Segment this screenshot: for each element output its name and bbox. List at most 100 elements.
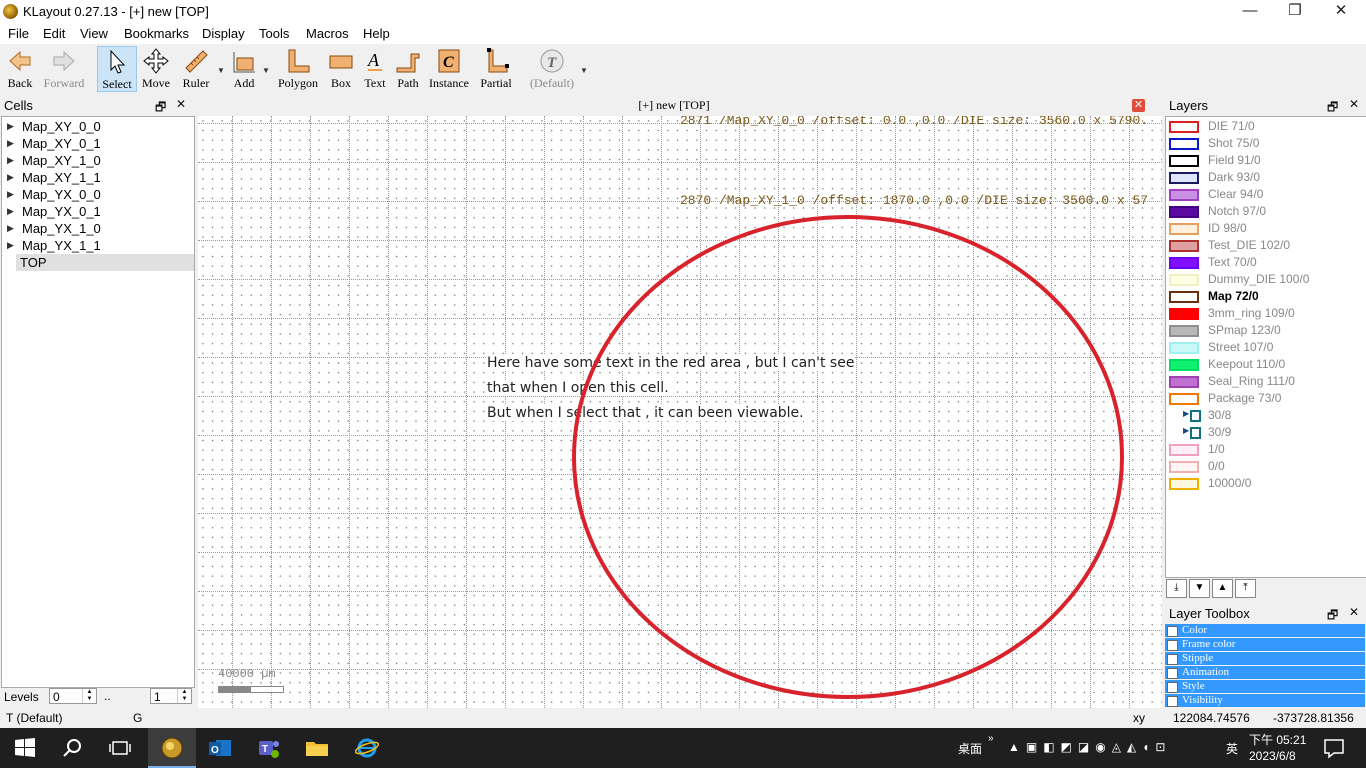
toolbox-checkbox[interactable] (1167, 682, 1178, 693)
layer-row[interactable]: 3mm_ring 109/0 (1166, 305, 1366, 322)
polygon-button[interactable]: Polygon (277, 46, 319, 92)
notification-icon[interactable] (1322, 737, 1346, 759)
layer-row[interactable]: 0/0 (1166, 458, 1366, 475)
select-button[interactable]: Select (97, 46, 137, 92)
file-explorer-icon[interactable] (305, 737, 329, 759)
instance-button[interactable]: C Instance (428, 46, 470, 92)
toolbox-checkbox[interactable] (1167, 626, 1178, 637)
layer-row[interactable]: Test_DIE 102/0 (1166, 237, 1366, 254)
layer-row[interactable]: 10000/0 (1166, 475, 1366, 492)
toolbox-close-icon[interactable]: ✕ (1349, 605, 1359, 619)
menu-macros[interactable]: Macros (306, 26, 349, 41)
ruler-dropdown-icon[interactable]: ▼ (217, 66, 225, 75)
layer-row[interactable]: ▶ 30/9 (1166, 424, 1366, 441)
levels-from-spinbox[interactable]: 0 ▲ ▼ (49, 688, 97, 704)
internet-explorer-icon[interactable] (355, 737, 379, 759)
layer-row[interactable]: Notch 97/0 (1166, 203, 1366, 220)
outlook-icon[interactable]: O (208, 737, 232, 759)
layout-tab-title[interactable]: [+] new [TOP] (198, 96, 1150, 115)
menu-view[interactable]: View (80, 26, 108, 41)
layer-row[interactable]: Seal_Ring 111/0 (1166, 373, 1366, 390)
windows-start-icon[interactable] (13, 737, 37, 759)
expand-arrow-icon[interactable]: ▶ (7, 186, 14, 203)
forward-button[interactable]: Forward (43, 46, 85, 92)
layer-row[interactable]: Street 107/0 (1166, 339, 1366, 356)
style-dropdown-icon[interactable]: ▼ (580, 66, 588, 75)
cell-item-map-yx-1-0[interactable]: ▶ Map_YX_1_0 (2, 220, 194, 237)
layer-row[interactable]: Shot 75/0 (1166, 135, 1366, 152)
partial-button[interactable]: Partial (478, 46, 514, 92)
layer-row[interactable]: Clear 94/0 (1166, 186, 1366, 203)
desktop-toolbar-label[interactable]: 桌面 (958, 740, 982, 757)
expand-arrow-icon[interactable]: ▶ (7, 118, 14, 135)
cell-item-map-yx-0-0[interactable]: ▶ Map_YX_0_0 (2, 186, 194, 203)
ruler-button[interactable]: Ruler (178, 46, 214, 92)
toolbox-row-frame-color[interactable]: Frame color (1165, 638, 1365, 651)
cell-item-map-xy-1-0[interactable]: ▶ Map_XY_1_0 (2, 152, 194, 169)
cell-item-map-xy-0-1[interactable]: ▶ Map_XY_0_1 (2, 135, 194, 152)
layer-move-top-button[interactable]: ⤒ (1235, 579, 1256, 598)
back-button[interactable]: Back (3, 46, 37, 92)
menu-display[interactable]: Display (202, 26, 245, 41)
tray-icons[interactable]: ▲▣◧◩◪◉◬◭◖⊡ (1008, 740, 1171, 754)
toolbox-checkbox[interactable] (1167, 668, 1178, 679)
toolbar-expand-icon[interactable]: » (988, 733, 994, 744)
text-button[interactable]: A Text (362, 46, 388, 92)
layer-move-bottom-button[interactable]: ⤓ (1166, 579, 1187, 598)
layer-row[interactable]: Field 91/0 (1166, 152, 1366, 169)
layer-row[interactable]: 1/0 (1166, 441, 1366, 458)
expand-arrow-icon[interactable]: ▶ (7, 220, 14, 237)
toolbox-row-animation[interactable]: Animation (1165, 666, 1365, 679)
default-style-button[interactable]: T (Default) (526, 46, 578, 92)
cell-item-map-xy-0-0[interactable]: ▶ Map_XY_0_0 (2, 118, 194, 135)
layer-row[interactable]: Keepout 110/0 (1166, 356, 1366, 373)
task-view-icon[interactable] (108, 737, 132, 759)
menu-edit[interactable]: Edit (43, 26, 65, 41)
layer-move-up-button[interactable]: ▲ (1212, 579, 1233, 598)
layer-row[interactable]: Dummy_DIE 100/0 (1166, 271, 1366, 288)
add-button[interactable]: Add (228, 46, 260, 92)
move-button[interactable]: Move (140, 46, 172, 92)
cell-item-map-yx-1-1[interactable]: ▶ Map_YX_1_1 (2, 237, 194, 254)
layer-row[interactable]: Package 73/0 (1166, 390, 1366, 407)
clock-date[interactable]: 2023/6/8 (1249, 749, 1296, 763)
layer-group-expand-icon[interactable]: ▶ (1183, 409, 1189, 418)
search-icon[interactable] (61, 737, 85, 759)
expand-arrow-icon[interactable]: ▶ (7, 152, 14, 169)
toolbox-row-color[interactable]: Color (1165, 624, 1365, 637)
layer-row[interactable]: ▶ 30/8 (1166, 407, 1366, 424)
minimize-button[interactable]: — (1227, 0, 1273, 23)
expand-arrow-icon[interactable]: ▶ (7, 203, 14, 220)
layer-list[interactable]: DIE 71/0 Shot 75/0 Field 91/0 Dark 93/0 Clea… (1165, 116, 1366, 578)
expand-arrow-icon[interactable]: ▶ (7, 237, 14, 254)
layer-row[interactable]: Text 70/0 (1166, 254, 1366, 271)
cell-item-top[interactable]: TOP (16, 254, 194, 271)
spin-arrows-icon[interactable]: ▲ ▼ (177, 689, 191, 703)
box-button[interactable]: Box (327, 46, 355, 92)
menu-bookmarks[interactable]: Bookmarks (124, 26, 189, 41)
clock-time[interactable]: 下午 05:21 (1249, 731, 1306, 748)
layer-row[interactable]: Map 72/0 (1166, 288, 1366, 305)
add-dropdown-icon[interactable]: ▼ (262, 66, 270, 75)
menu-help[interactable]: Help (363, 26, 390, 41)
toolbox-checkbox[interactable] (1167, 696, 1178, 707)
layer-row[interactable]: ID 98/0 (1166, 220, 1366, 237)
layer-row[interactable]: Dark 93/0 (1166, 169, 1366, 186)
levels-to-spinbox[interactable]: 1 ▲ ▼ (150, 688, 192, 704)
spin-arrows-icon[interactable]: ▲ ▼ (82, 689, 96, 703)
expand-arrow-icon[interactable]: ▶ (7, 169, 14, 186)
layer-move-down-button[interactable]: ▼ (1189, 579, 1210, 598)
menu-tools[interactable]: Tools (259, 26, 289, 41)
toolbox-row-style[interactable]: Style (1165, 680, 1365, 693)
toolbox-checkbox[interactable] (1167, 640, 1178, 651)
layout-canvas[interactable]: 2871 /Map_XY_0_0 /offset: 0.0 ,0.0 /DIE … (198, 116, 1162, 708)
toolbox-row-stipple[interactable]: Stipple (1165, 652, 1365, 665)
expand-arrow-icon[interactable]: ▶ (7, 135, 14, 152)
path-button[interactable]: Path (394, 46, 422, 92)
layers-close-icon[interactable]: ✕ (1349, 97, 1359, 111)
close-window-button[interactable]: ✕ (1318, 0, 1364, 23)
ime-indicator[interactable]: 英 (1226, 740, 1238, 757)
toolbox-row-visibility[interactable]: Visibility (1165, 694, 1365, 707)
layer-row[interactable]: DIE 71/0 (1166, 118, 1366, 135)
toolbox-checkbox[interactable] (1167, 654, 1178, 665)
